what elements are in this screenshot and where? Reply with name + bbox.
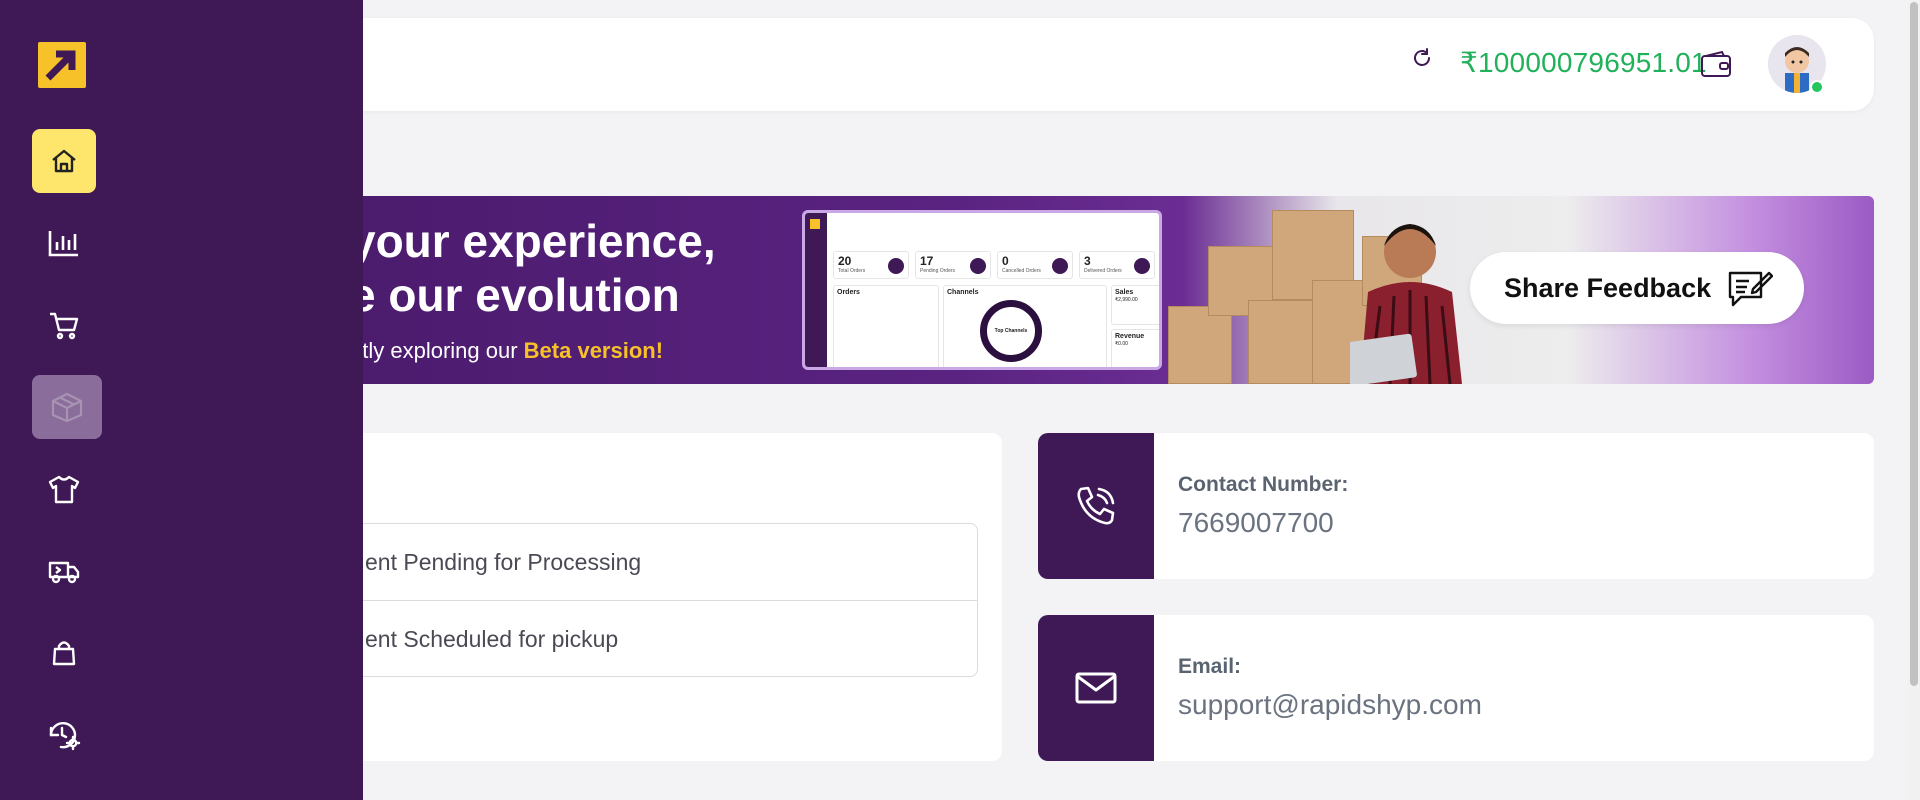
- page-scrollbar[interactable]: [1908, 0, 1920, 800]
- mail-icon-box: [1038, 615, 1154, 761]
- history-settings-icon: [49, 721, 81, 751]
- phone-icon: [1077, 486, 1115, 525]
- preview-stat-card: 0 Cancelled Orders: [997, 251, 1073, 279]
- sidebar-item-orders[interactable]: [32, 621, 96, 685]
- bag-icon: [52, 641, 76, 666]
- cart-icon: [50, 312, 79, 340]
- scrollbar-thumb[interactable]: [1910, 2, 1918, 686]
- box-icon: [51, 392, 83, 423]
- contact-number-label: Contact Number:: [1178, 473, 1349, 496]
- home-icon: [52, 149, 76, 173]
- list-item[interactable]: ent Scheduled for pickup: [321, 601, 977, 678]
- wallet-balance: ₹100000796951.01: [1460, 47, 1707, 78]
- contact-number-card: Contact Number: 7669007700: [1038, 433, 1874, 579]
- banner-headline-line1: your experience,: [350, 215, 716, 267]
- preview-logo: [810, 219, 820, 229]
- banner-headline: your experience, e our evolution: [350, 214, 716, 322]
- preview-stat-cards: 20 Total Orders 17 Pending Orders 0 Cancell…: [833, 251, 1155, 279]
- preview-orders-panel: Orders: [833, 285, 939, 367]
- person-with-laptop-illustration: [1350, 224, 1462, 384]
- preview-sales-panel: Sales ₹2,990.00: [1111, 285, 1159, 325]
- sidebar-item-shipments[interactable]: [32, 375, 102, 439]
- banner-headline-line2: e our evolution: [350, 269, 680, 321]
- sidebar-item-cart[interactable]: [32, 293, 96, 357]
- preview-stat-card: 17 Pending Orders: [915, 251, 991, 279]
- list-item-label: ent Scheduled for pickup: [365, 626, 619, 652]
- email-card: Email: support@rapidshyp.com: [1038, 615, 1874, 761]
- shipments-list: ent Pending for Processing ent Scheduled…: [320, 523, 978, 677]
- list-item[interactable]: ent Pending for Processing: [321, 524, 977, 601]
- online-status-dot: [1810, 80, 1824, 94]
- preview-channels-panel: Channels Top Channels: [943, 285, 1107, 367]
- shipments-card: s ent Pending for Processing ent Schedul…: [320, 433, 1002, 761]
- contact-number-value: 7669007700: [1178, 507, 1334, 538]
- delivery-truck-icon: [48, 561, 80, 584]
- share-feedback-label: Share Feedback: [1504, 272, 1712, 303]
- tshirt-icon: [48, 475, 80, 504]
- sidebar-item-home[interactable]: [32, 129, 96, 193]
- sidebar-item-products[interactable]: [32, 457, 96, 521]
- preview-stat-card: 20 Total Orders: [833, 251, 909, 279]
- preview-stat-card: 3 Delivered Orders: [1079, 251, 1155, 279]
- sidebar-item-analytics[interactable]: [32, 211, 96, 275]
- email-label: Email:: [1178, 655, 1242, 678]
- sidebar: [0, 0, 363, 800]
- phone-icon-box: [1038, 433, 1154, 579]
- refresh-icon[interactable]: [1410, 46, 1434, 70]
- beta-feedback-banner: your experience, e our evolution ntly ex…: [340, 196, 1874, 384]
- app-logo[interactable]: [38, 42, 86, 88]
- sidebar-item-delivery[interactable]: [32, 539, 96, 603]
- banner-subtext: ntly exploring our Beta version!: [350, 338, 663, 364]
- preview-ring-chart: Top Channels: [980, 300, 1042, 362]
- mail-icon: [1075, 672, 1117, 704]
- preview-sidebar: [805, 213, 827, 367]
- wallet-icon[interactable]: [1700, 50, 1732, 78]
- analytics-icon: [48, 231, 78, 257]
- dashboard-preview-image: 20 Total Orders 17 Pending Orders 0 Cancell…: [802, 210, 1162, 370]
- beta-highlight: Beta version!: [523, 338, 664, 363]
- feedback-icon: [1728, 271, 1774, 307]
- preview-revenue-panel: Revenue ₹0.00: [1111, 329, 1159, 367]
- share-feedback-button[interactable]: Share Feedback: [1470, 252, 1804, 324]
- email-value: support@rapidshyp.com: [1178, 689, 1482, 720]
- sidebar-item-history-settings[interactable]: [32, 703, 96, 767]
- banner-subtext-prefix: ntly exploring our: [350, 338, 524, 363]
- list-item-label: ent Pending for Processing: [365, 548, 642, 575]
